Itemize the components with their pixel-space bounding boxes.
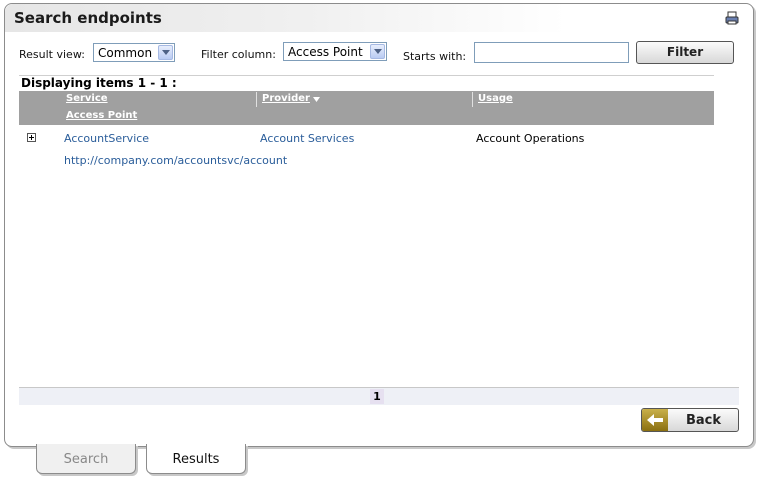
tab-results-label: Results <box>172 452 220 467</box>
result-view-value: Common <box>98 46 153 60</box>
tab-search-label: Search <box>63 452 109 467</box>
result-view-select[interactable]: Common <box>93 43 175 62</box>
row-provider-link[interactable]: Account Services <box>260 132 354 145</box>
tab-results[interactable]: Results <box>146 444 246 474</box>
back-button[interactable]: Back <box>641 408 739 432</box>
filter-column-label: Filter column: <box>201 48 276 61</box>
pager-bar: 1 <box>19 387 739 405</box>
results-grid-body: AccountService Account Services Account … <box>19 125 714 185</box>
column-header-service[interactable]: Service <box>66 93 108 104</box>
filter-row: Result view: Common Filter column: Acces… <box>5 41 753 68</box>
printer-icon[interactable] <box>725 11 739 25</box>
column-divider <box>256 92 257 107</box>
filter-column-value: Access Point <box>288 45 363 59</box>
column-header-usage[interactable]: Usage <box>478 93 513 104</box>
chevron-down-icon[interactable] <box>158 45 173 60</box>
filter-column-select[interactable]: Access Point <box>283 42 387 61</box>
search-endpoints-panel: Search endpoints Result view: Common Fil… <box>4 3 754 447</box>
panel-titlebar: Search endpoints <box>5 4 753 32</box>
back-button-label: Back <box>686 413 722 428</box>
tab-search[interactable]: Search <box>36 444 136 474</box>
row-access-point-link[interactable]: http://company.com/accountsvc/account <box>64 154 287 167</box>
starts-with-input[interactable] <box>474 42 629 63</box>
chevron-down-icon[interactable] <box>370 44 385 59</box>
row-service-link[interactable]: AccountService <box>64 132 149 145</box>
sort-descending-icon[interactable] <box>313 97 320 103</box>
starts-with-label: Starts with: <box>403 50 467 63</box>
page-number-current[interactable]: 1 <box>370 389 384 404</box>
results-grid-header: Service Provider Usage Access Point <box>19 91 714 125</box>
panel-title: Search endpoints <box>14 9 162 27</box>
display-count-bar: Displaying items 1 - 1 : <box>19 75 714 91</box>
column-header-access-point[interactable]: Access Point <box>66 110 137 121</box>
column-divider <box>472 92 473 107</box>
column-header-provider[interactable]: Provider <box>262 93 310 104</box>
display-count-text: Displaying items 1 - 1 : <box>21 76 177 90</box>
back-arrow-icon <box>642 409 668 431</box>
filter-button[interactable]: Filter <box>636 41 734 64</box>
result-view-label: Result view: <box>19 48 85 61</box>
expand-row-icon[interactable] <box>27 133 36 142</box>
row-usage: Account Operations <box>476 132 585 145</box>
